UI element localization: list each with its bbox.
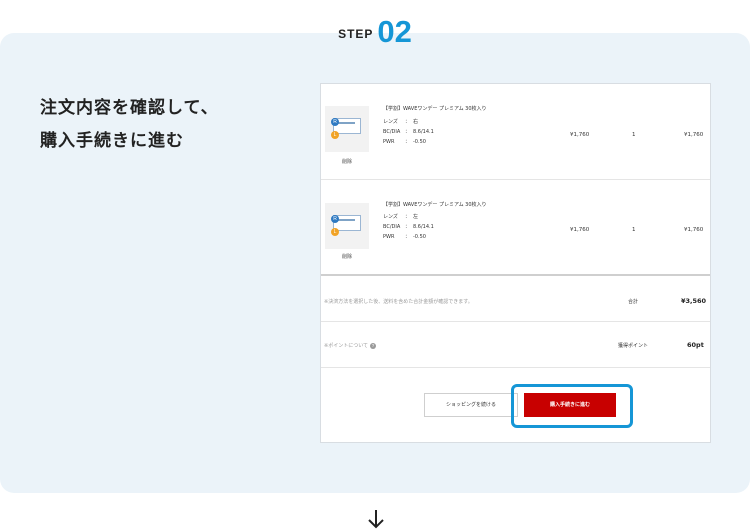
left-eye-icon: L [331,228,339,236]
cart-screenshot: R L 削除 【学割】WAVEワンデー プレミアム 30枚入り レンズ：右 BC… [320,83,711,443]
right-eye-icon: R [331,118,339,126]
question-icon[interactable]: ? [370,342,377,349]
line-subtotal: ¥1,760 [684,227,704,233]
points-note-text: ※ポイントについて [324,343,369,349]
line-subtotal: ¥1,760 [684,132,704,138]
delete-link[interactable]: 削除 [325,158,369,165]
instruction-line-1: 注文内容を確認して、 [40,98,219,118]
arrow-down-icon [368,510,384,529]
left-eye-icon: L [331,131,339,139]
cart-item-row: R L 削除 【学割】WAVEワンデー プレミアム 30枚入り レンズ：右 BC… [321,84,710,180]
spec-value: -0.50 [413,139,426,145]
spec-separator: ： [405,224,411,230]
spec-pwr: PWR ： -0.50 [383,233,426,240]
right-eye-icon: R [331,215,339,223]
step-label: STEP [338,27,374,41]
step-instruction: 注文内容を確認して、 購入手続きに進む [40,92,219,158]
points-value: 60pt [687,341,704,349]
continue-shopping-button[interactable]: ショッピングを続ける [424,393,518,417]
spec-pwr: PWR ： -0.50 [383,138,426,145]
step-header: STEP 02 [0,14,750,50]
step-number: 02 [377,14,412,49]
spec-label: BC/DIA [383,224,401,230]
quantity[interactable]: 1 [632,132,636,138]
spec-lens: レンズ ：左 [383,213,418,220]
quantity[interactable]: 1 [632,227,636,233]
spec-separator: ： [405,119,411,125]
total-label: 合計 [628,299,639,305]
product-thumbnail: R L [325,106,369,152]
spec-lens: レンズ ：右 [383,118,418,125]
cart-item-row: R L 削除 【学割】WAVEワンデー プレミアム 30枚入り レンズ：左 BC… [321,181,710,276]
product-name[interactable]: 【学割】WAVEワンデー プレミアム 30枚入り [383,105,487,112]
total-row: ※決済方法を選択した後、送料を含めた合計金額が確認できます。 合計 ¥3,560 [321,278,710,322]
spec-bc: BC/DIA ： 8.6/14.1 [383,128,434,135]
product-name[interactable]: 【学割】WAVEワンデー プレミアム 30枚入り [383,201,487,208]
points-row: ※ポイントについて? 獲得ポイント 60pt [321,323,710,368]
spec-bc: BC/DIA ： 8.6/14.1 [383,223,434,230]
spec-separator: ： [405,129,411,135]
unit-price: ¥1,760 [570,132,590,138]
product-thumbnail: R L [325,203,369,249]
spec-label: PWR [383,139,395,145]
spec-separator: ： [405,234,411,240]
shipping-note: ※決済方法を選択した後、送料を含めた合計金額が確認できます。 [324,299,473,305]
unit-price: ¥1,760 [570,227,590,233]
instruction-line-2: 購入手続きに進む [40,131,184,151]
spec-label: レンズ [383,119,398,125]
spec-value: 右 [413,119,419,125]
points-note[interactable]: ※ポイントについて? [324,342,377,349]
total-value: ¥3,560 [681,297,707,305]
spec-label: レンズ [383,214,398,220]
spec-value: 8.6/14.1 [413,129,434,135]
spec-label: PWR [383,234,395,240]
spec-value: 左 [413,214,419,220]
spec-value: -0.50 [413,234,426,240]
spec-label: BC/DIA [383,129,401,135]
points-label: 獲得ポイント [618,343,649,349]
button-highlight [511,384,633,428]
spec-separator: ： [405,139,411,145]
delete-link[interactable]: 削除 [325,253,369,260]
spec-value: 8.6/14.1 [413,224,434,230]
spec-separator: ： [405,214,411,220]
